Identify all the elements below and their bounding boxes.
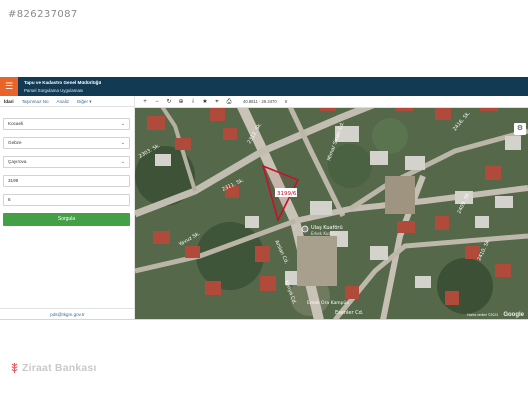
poi-subtitle: Erkek Kuaförü bbox=[311, 231, 339, 236]
poi-pin-icon[interactable] bbox=[301, 225, 309, 233]
app-title: Tapu ve Kadastro Genel Müdürlüğü bbox=[24, 80, 102, 85]
gear-icon[interactable]: ⚙ bbox=[514, 123, 526, 135]
parcel-query-app: ☰ Tapu ve Kadastro Genel Müdürlüğü Parse… bbox=[0, 77, 528, 320]
province-select[interactable]: Kocaeli ⌄ bbox=[3, 118, 130, 130]
query-sidebar: İdari Taşınmaz No Analiz Diğer ▾ Kocaeli… bbox=[0, 96, 135, 319]
coordinate-readout: 40.8811 - 29.3470 bbox=[243, 98, 277, 104]
print-icon[interactable]: ⎙ bbox=[223, 96, 235, 108]
hamburger-icon: ☰ bbox=[4, 81, 14, 91]
measure-icon[interactable]: ⌖ bbox=[211, 96, 223, 108]
school-label: Emek Ora Kampüs bbox=[307, 300, 349, 306]
tab-diger[interactable]: Diğer ▾ bbox=[73, 96, 96, 107]
parcel-value: 6 bbox=[8, 197, 11, 202]
locate-icon[interactable]: ⊕ bbox=[175, 96, 187, 108]
star-icon[interactable]: ★ bbox=[199, 96, 211, 108]
map-attribution: Harita verileri ©2023 bbox=[467, 313, 498, 317]
query-tabs: İdari Taşınmaz No Analiz Diğer ▾ bbox=[0, 96, 135, 107]
neighborhood-value: Çayırova bbox=[8, 159, 27, 164]
district-select[interactable]: Gebze ⌄ bbox=[3, 137, 130, 149]
block-input[interactable]: 3199 bbox=[3, 175, 130, 187]
map-toolbar: + − ↻ ⊕ i ★ ⌖ ⎙ 40.8811 - 29.3470 tr bbox=[135, 96, 528, 108]
google-logo: Google bbox=[503, 312, 524, 318]
app-subtitle: Parsel Sorgulama Uygulaması bbox=[24, 88, 84, 93]
province-value: Kocaeli bbox=[8, 121, 24, 126]
info-icon[interactable]: i bbox=[187, 96, 199, 108]
language-toggle[interactable]: tr bbox=[285, 96, 288, 108]
page: #826237087 ☰ Tapu ve Kadastro Genel Müdü… bbox=[0, 0, 528, 396]
bank-name: Ziraat Bankası bbox=[22, 362, 97, 374]
listing-id: #826237087 bbox=[8, 9, 78, 20]
district-value: Gebze bbox=[8, 140, 22, 145]
menu-button[interactable]: ☰ bbox=[0, 77, 18, 96]
query-form: Kocaeli ⌄ Gebze ⌄ Çayırova ⌄ 3199 6 Sorg… bbox=[3, 118, 130, 226]
tab-tasinmaz-no[interactable]: Taşınmaz No bbox=[18, 96, 53, 107]
contact-email-link[interactable]: pds@tkgm.gov.tr bbox=[0, 308, 135, 319]
tab-idari[interactable]: İdari bbox=[0, 96, 18, 107]
zoom-in-icon[interactable]: + bbox=[139, 96, 151, 108]
map-view[interactable]: 2303. Sk. 2311. Sk. 2312. Sk. Mimar Sina… bbox=[135, 96, 528, 319]
refresh-icon[interactable]: ↻ bbox=[163, 96, 175, 108]
street-label: Esenler Cd. bbox=[335, 310, 364, 316]
block-value: 3199 bbox=[8, 178, 19, 183]
tab-analiz[interactable]: Analiz bbox=[53, 96, 74, 107]
app-header: ☰ Tapu ve Kadastro Genel Müdürlüğü Parse… bbox=[0, 77, 528, 96]
parcel-label: 3199/6 bbox=[277, 191, 297, 197]
query-button[interactable]: Sorgula bbox=[3, 213, 130, 226]
zoom-out-icon[interactable]: − bbox=[151, 96, 163, 108]
parcel-input[interactable]: 6 bbox=[3, 194, 130, 206]
wheat-logo-icon bbox=[11, 363, 18, 373]
neighborhood-select[interactable]: Çayırova ⌄ bbox=[3, 156, 130, 168]
chevron-down-icon: ⌄ bbox=[120, 121, 125, 127]
chevron-down-icon: ⌄ bbox=[120, 159, 125, 165]
chevron-down-icon: ⌄ bbox=[120, 140, 125, 146]
satellite-map: 2303. Sk. 2311. Sk. 2312. Sk. Mimar Sina… bbox=[135, 96, 528, 319]
bank-brand: Ziraat Bankası bbox=[10, 362, 97, 374]
